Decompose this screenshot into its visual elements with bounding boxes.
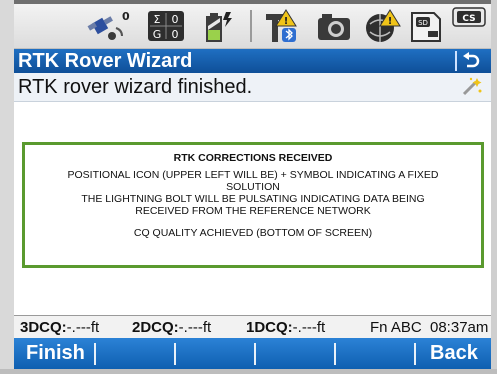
svg-text:SD: SD [418,19,428,27]
callout-line: RECEIVED FROM THE REFERENCE NETWORK [135,205,371,217]
gps-satellite-icon[interactable]: 0 [86,8,132,44]
callout-line: POSITIONAL ICON (UPPER LEFT WILL BE) + S… [67,169,439,181]
svg-text:Σ: Σ [154,13,161,26]
svg-text:CS: CS [462,14,475,24]
softkey-5-button[interactable] [336,338,414,369]
softkey-4-button[interactable] [256,338,334,369]
globe-warning-icon[interactable]: ! [362,8,402,44]
softkey-bar: Finish Back [14,338,491,369]
svg-text:0: 0 [172,13,179,26]
gps-satellite-count: 0 [122,10,130,23]
title-bar: RTK Rover Wizard [14,49,491,73]
info-bar: 3DCQ:-.---ft 2DCQ:-.---ft 1DCQ:-.---ft F… [14,315,491,338]
svg-text:!: ! [284,16,289,27]
dcq1-readout: 1DCQ:-.---ft [246,319,325,336]
back-button[interactable]: Back [430,338,478,369]
camera-icon[interactable] [314,8,354,44]
dcq1-label: 1DCQ: [246,319,293,336]
softkey-2-button[interactable] [96,338,174,369]
message-bar: RTK rover wizard finished. [14,73,491,102]
svg-text:!: ! [388,16,393,27]
magic-wand-icon [461,77,483,101]
callout-line: CQ QUALITY ACHIEVED (BOTTOM OF SCREEN) [133,227,373,239]
dcq3-readout: 3DCQ:-.---ft [20,319,99,336]
clock: 08:37am [430,319,489,336]
softkey-3-button[interactable] [176,338,254,369]
return-arrow-icon[interactable] [455,51,485,71]
battery-lightning-icon[interactable] [200,8,240,44]
device-bezel-right [491,0,497,374]
dcq2-value: -.---ft [178,319,212,336]
status-separator [250,10,252,42]
device-bezel-left [0,0,14,374]
svg-text:0: 0 [172,28,179,41]
device-bezel-bottom [0,369,497,374]
finish-button[interactable]: Finish [26,338,85,369]
dcq1-value: -.---ft [292,319,326,336]
sigma-grid-icon[interactable]: Σ 0 G 0 [146,8,186,44]
status-message: RTK rover wizard finished. [18,76,253,98]
callout-line: THE LIGHTNING BOLT WILL BE PULSATING IND… [81,193,425,205]
dcq2-label: 2DCQ: [132,319,179,336]
window-title: RTK Rover Wizard [18,50,193,72]
dcq2-readout: 2DCQ:-.---ft [132,319,211,336]
sd-card-icon[interactable]: SD [408,8,444,44]
radio-tower-bluetooth-warning-icon[interactable]: ! [262,8,302,44]
cs-key-icon[interactable]: CS [452,6,486,28]
annotation-callout: RTK CORRECTIONS RECEIVED POSITIONAL ICON… [22,142,484,268]
dcq3-value: -.---ft [66,319,100,336]
input-mode-indicator: Fn ABC [370,319,422,336]
dcq3-label: 3DCQ: [20,319,67,336]
callout-heading: RTK CORRECTIONS RECEIVED [173,152,333,164]
main-content: RTK CORRECTIONS RECEIVED POSITIONAL ICON… [14,102,491,314]
status-bar: 0 Σ 0 G 0 ! ! SD CS [14,4,491,49]
svg-text:G: G [153,28,162,41]
softkey-divider [414,343,416,365]
callout-line: SOLUTION [226,181,280,193]
